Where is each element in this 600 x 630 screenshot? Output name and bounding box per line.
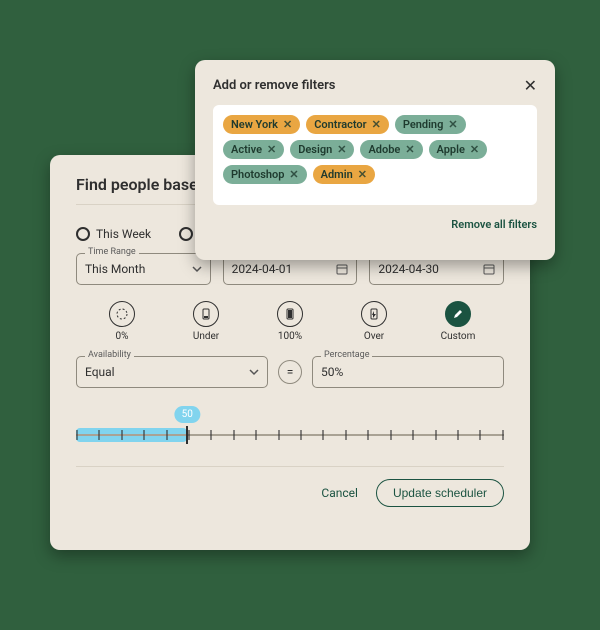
filters-modal: Add or remove filters ✕ New York✕Contrac… — [195, 60, 555, 260]
panel-actions: Cancel Update scheduler — [76, 466, 504, 507]
chip-label: Apple — [437, 143, 465, 156]
battery-under-icon — [193, 301, 219, 327]
chip-label: Pending — [403, 118, 444, 131]
chip-label: Admin — [321, 168, 353, 181]
chip-label: Contractor — [314, 118, 366, 131]
pencil-icon — [445, 301, 471, 327]
status-custom[interactable]: Custom — [434, 301, 482, 342]
percentage-field[interactable]: Percentage 50% — [312, 356, 504, 388]
calendar-icon — [336, 263, 348, 275]
utilization-status-row: 0% Under 100% Over Custom — [76, 301, 504, 342]
battery-over-icon — [361, 301, 387, 327]
status-label: 0% — [116, 331, 129, 342]
slider-handle[interactable] — [186, 426, 188, 444]
status-under[interactable]: Under — [182, 301, 230, 342]
time-range-select[interactable]: Time Range This Month — [76, 253, 211, 285]
chip-remove-icon[interactable]: ✕ — [283, 118, 292, 131]
radio-dot-icon — [179, 227, 193, 241]
chip-label: Photoshop — [231, 168, 284, 181]
chip-remove-icon[interactable]: ✕ — [448, 118, 457, 131]
chip-remove-icon[interactable]: ✕ — [405, 143, 414, 156]
field-value: 50% — [321, 365, 343, 379]
chip-remove-icon[interactable]: ✕ — [358, 168, 367, 181]
chip-remove-icon[interactable]: ✕ — [289, 168, 298, 181]
filters-header: Add or remove filters ✕ — [213, 76, 537, 95]
status-zero[interactable]: 0% — [98, 301, 146, 342]
slider-value-bubble: 50 — [175, 406, 200, 423]
battery-full-icon — [277, 301, 303, 327]
filter-chip[interactable]: Adobe ✕ — [360, 140, 422, 159]
chip-label: New York — [231, 118, 278, 131]
gauge-zero-icon — [109, 301, 135, 327]
chip-remove-icon[interactable]: ✕ — [267, 143, 276, 156]
filter-chip[interactable]: New York ✕ — [223, 115, 300, 134]
field-legend: Availability — [85, 350, 134, 360]
equals-badge: = — [278, 360, 302, 384]
status-over[interactable]: Over — [350, 301, 398, 342]
quick-range-this-week[interactable]: This Week — [76, 227, 151, 241]
filter-chip[interactable]: Pending ✕ — [395, 115, 466, 134]
field-value: Equal — [85, 365, 115, 379]
radio-label: This Week — [96, 227, 151, 241]
filter-chip[interactable]: Contractor ✕ — [306, 115, 389, 134]
filter-chip[interactable]: Photoshop ✕ — [223, 165, 307, 184]
percentage-slider[interactable]: 50 — [76, 406, 504, 450]
cancel-button[interactable]: Cancel — [321, 486, 358, 500]
chip-label: Active — [231, 143, 262, 156]
filter-chip[interactable]: Admin ✕ — [313, 165, 375, 184]
availability-row: Availability Equal = Percentage 50% — [76, 356, 504, 388]
filter-chip[interactable]: Design ✕ — [290, 140, 354, 159]
field-value: 2024-04-30 — [378, 262, 439, 276]
filter-chip[interactable]: Apple ✕ — [429, 140, 488, 159]
radio-dot-icon — [76, 227, 90, 241]
remove-all-filters-button[interactable]: Remove all filters — [451, 218, 537, 231]
filters-title: Add or remove filters — [213, 78, 335, 93]
field-legend: Percentage — [321, 350, 372, 360]
calendar-icon — [483, 263, 495, 275]
update-scheduler-button[interactable]: Update scheduler — [376, 479, 504, 507]
chip-remove-icon[interactable]: ✕ — [337, 143, 346, 156]
chip-label: Adobe — [368, 143, 400, 156]
field-value: This Month — [85, 262, 145, 276]
chip-remove-icon[interactable]: ✕ — [470, 143, 479, 156]
status-label: Custom — [441, 331, 476, 342]
close-icon[interactable]: ✕ — [524, 76, 537, 95]
filter-chip[interactable]: Active ✕ — [223, 140, 284, 159]
slider-ticks — [76, 430, 504, 440]
chevron-down-icon — [192, 264, 202, 274]
chip-label: Design — [298, 143, 332, 156]
field-value: 2024-04-01 — [232, 262, 293, 276]
filter-chip-area: New York✕Contractor✕Pending✕Active✕Desig… — [213, 105, 537, 205]
chip-remove-icon[interactable]: ✕ — [372, 118, 381, 131]
status-label: 100% — [278, 331, 302, 342]
status-full[interactable]: 100% — [266, 301, 314, 342]
availability-select[interactable]: Availability Equal — [76, 356, 268, 388]
status-label: Over — [364, 331, 384, 342]
chevron-down-icon — [249, 367, 259, 377]
status-label: Under — [193, 331, 219, 342]
filters-footer: Remove all filters — [213, 213, 537, 232]
field-legend: Time Range — [85, 247, 139, 257]
